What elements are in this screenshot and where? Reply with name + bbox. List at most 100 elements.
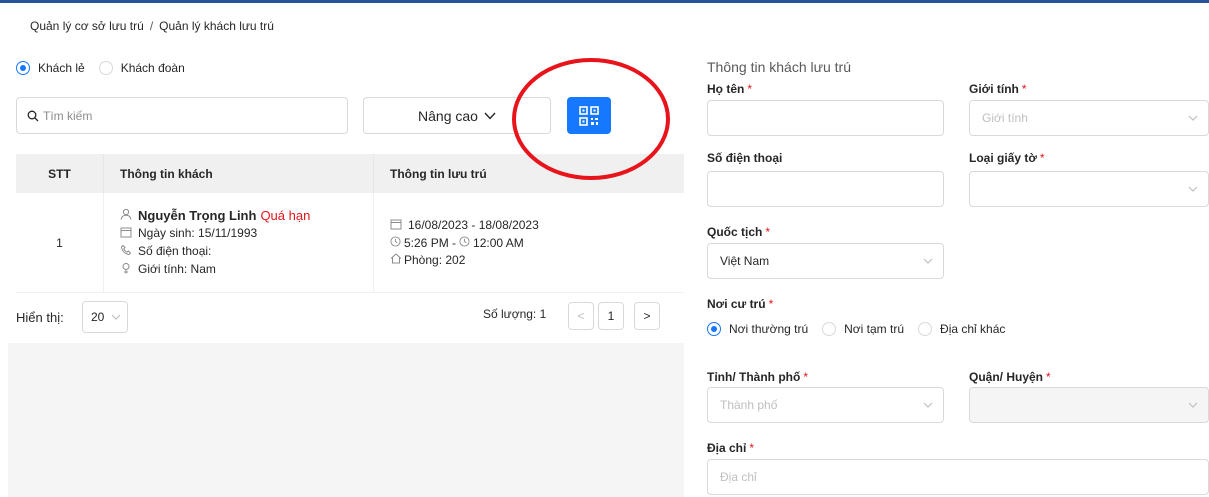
radio-label-individual-guest[interactable]: Khách lẻ: [38, 61, 85, 75]
gender-icon: [120, 262, 138, 278]
required-marker: *: [1046, 370, 1051, 384]
radio-other-address[interactable]: [918, 322, 933, 336]
radio-label-temporary-residence[interactable]: Nơi tạm trú: [844, 322, 904, 336]
guest-form-panel: Thông tin khách lưu trú Họ tên * Giới tín…: [694, 46, 1209, 497]
guest-type-radio-group: Khách lẻ Khách đoàn: [16, 61, 199, 75]
required-marker: *: [1021, 82, 1027, 96]
id-type-label-text: Loại giấy tờ: [969, 151, 1037, 165]
nationality-label: Quốc tịch *: [707, 225, 770, 239]
chevron-down-icon: [1188, 402, 1198, 408]
guest-gender: Giới tính: Nam: [138, 262, 216, 276]
gender-select[interactable]: Giới tính: [969, 100, 1209, 136]
radio-individual-guest[interactable]: [16, 61, 30, 75]
check-out-time: 12:00 AM: [473, 235, 524, 250]
guest-name[interactable]: Nguyễn Trọng Linh: [138, 209, 256, 222]
radio-label-group-guest[interactable]: Khách đoàn: [121, 61, 185, 75]
residence-radio-group: Nơi thường trú Nơi tạm trú Địa chỉ khác: [707, 322, 1019, 336]
search-input[interactable]: [43, 108, 323, 123]
page-size-value: 20: [91, 310, 105, 324]
required-marker: *: [749, 441, 755, 455]
gender-label: Giới tính *: [969, 82, 1027, 96]
province-select[interactable]: Thành phố: [707, 387, 944, 423]
breadcrumb-separator: /: [149, 19, 154, 33]
clock-icon: [390, 235, 404, 251]
required-marker: *: [747, 82, 753, 96]
nationality-select[interactable]: Việt Nam: [707, 243, 944, 279]
stay-dates: 16/08/2023 - 18/08/2023: [408, 218, 539, 232]
full-name-field[interactable]: [707, 100, 944, 136]
address-label-text: Địa chỉ: [707, 441, 747, 455]
residence-label: Nơi cư trú *: [707, 297, 773, 311]
breadcrumb-item-guests: Quản lý khách lưu trú: [159, 19, 274, 33]
guest-phone: Số điện thoại:: [138, 244, 212, 258]
clock-icon: [459, 235, 473, 251]
guest-table: STT Thông tin khách Thông tin lưu trú 1 …: [16, 154, 684, 293]
check-in-time: 5:26 PM -: [404, 235, 457, 250]
province-label-text: Tỉnh/ Thành phố: [707, 370, 801, 384]
cell-stt: 1: [16, 193, 104, 292]
chevron-down-icon: [484, 112, 496, 120]
chevron-down-icon: [111, 314, 121, 320]
radio-temporary-residence[interactable]: [822, 322, 837, 336]
chevron-down-icon: [923, 402, 933, 408]
table-row[interactable]: 1 Nguyễn Trọng Linh Quá hạn Ngày sinh: 1…: [16, 193, 684, 293]
calendar-icon: [390, 218, 408, 234]
page-number: 1: [607, 309, 615, 323]
page-size-label: Hiển thị:: [16, 310, 64, 325]
search-icon: [27, 110, 39, 121]
breadcrumb-item-facilities[interactable]: Quản lý cơ sở lưu trú: [30, 19, 144, 33]
required-marker: *: [1039, 151, 1045, 165]
radio-group-guest[interactable]: [98, 61, 113, 75]
required-marker: *: [765, 225, 771, 239]
total-count: Số lượng: 1: [483, 307, 547, 321]
phone-icon: [120, 244, 138, 260]
id-type-label: Loại giấy tờ *: [969, 151, 1045, 165]
home-icon: [390, 252, 404, 268]
table-header: STT Thông tin khách Thông tin lưu trú: [16, 154, 684, 193]
next-page-button[interactable]: >: [634, 302, 660, 330]
chevron-down-icon: [1188, 186, 1198, 192]
qr-code-icon: [579, 105, 599, 126]
full-name-label-text: Họ tên: [707, 82, 745, 96]
residence-label-text: Nơi cư trú: [707, 297, 766, 311]
phone-label-text: Số điện thoại: [707, 151, 783, 165]
district-select[interactable]: [969, 387, 1209, 423]
cell-stay-info: 16/08/2023 - 18/08/2023 5:26 PM - 12:00 …: [374, 193, 684, 292]
province-label: Tỉnh/ Thành phố *: [707, 370, 808, 384]
nationality-value: Việt Nam: [720, 254, 770, 268]
chevron-down-icon: [1188, 115, 1198, 121]
prev-page-button[interactable]: <: [568, 302, 594, 330]
province-placeholder: Thành phố: [720, 398, 778, 412]
address-field[interactable]: Địa chỉ: [707, 459, 1209, 495]
nationality-label-text: Quốc tịch: [707, 225, 763, 239]
cell-guest-info: Nguyễn Trọng Linh Quá hạn Ngày sinh: 15/…: [104, 193, 374, 292]
gender-label-text: Giới tính: [969, 82, 1019, 96]
gender-placeholder: Giới tính: [982, 111, 1028, 125]
radio-label-permanent-residence[interactable]: Nơi thường trú: [729, 322, 808, 336]
id-type-select[interactable]: [969, 171, 1209, 207]
qr-scan-button[interactable]: [567, 97, 611, 134]
page-size-select[interactable]: 20: [82, 301, 128, 333]
column-header-stt: STT: [16, 154, 104, 193]
calendar-icon: [120, 226, 138, 242]
user-icon: [120, 208, 138, 224]
phone-field[interactable]: [707, 171, 944, 207]
column-header-stay-info: Thông tin lưu trú: [390, 166, 487, 181]
radio-permanent-residence[interactable]: [707, 322, 721, 336]
advanced-filter-button[interactable]: Nâng cao: [363, 97, 551, 134]
pagination-bar: Hiển thị: 20 Số lượng: 1 < 1 >: [8, 301, 684, 335]
address-label: Địa chỉ *: [707, 441, 754, 455]
page-1-button[interactable]: 1: [598, 302, 624, 330]
phone-label: Số điện thoại: [707, 151, 782, 165]
guest-list-card: Khách lẻ Khách đoàn Nâng cao: [8, 46, 684, 343]
chevron-right-icon: >: [643, 309, 651, 323]
chevron-down-icon: [923, 258, 933, 264]
district-label-text: Quận/ Huyện: [969, 370, 1044, 384]
required-marker: *: [768, 297, 774, 311]
full-name-label: Họ tên *: [707, 82, 752, 96]
district-label: Quận/ Huyện *: [969, 370, 1051, 384]
guest-list-panel: Khách lẻ Khách đoàn Nâng cao: [8, 46, 684, 497]
search-field[interactable]: [16, 97, 348, 134]
room-number: Phòng: 202: [404, 252, 466, 267]
radio-label-other-address[interactable]: Địa chỉ khác: [940, 322, 1005, 336]
